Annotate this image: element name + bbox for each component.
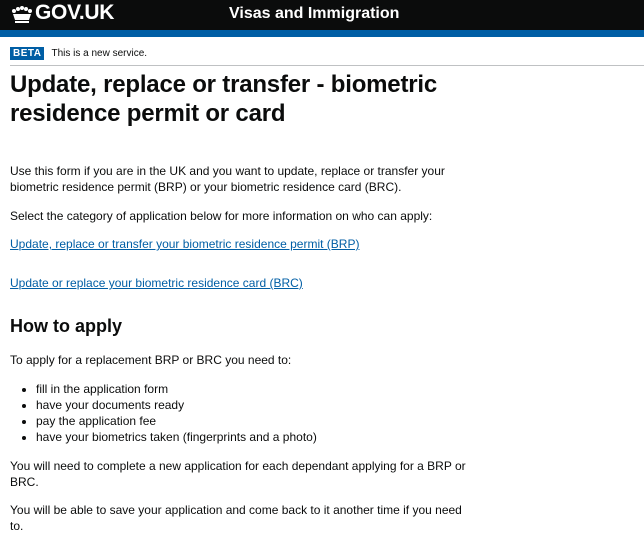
header-blue-bar <box>0 30 644 37</box>
site-header: GOV.UK Visas and Immigration <box>0 0 644 30</box>
brc-link[interactable]: Update or replace your biometric residen… <box>10 275 303 291</box>
how-to-apply-heading: How to apply <box>10 316 122 336</box>
govuk-logo[interactable]: GOV.UK <box>35 1 114 25</box>
dependants-paragraph: You will need to complete a new applicat… <box>10 459 466 489</box>
brp-link[interactable]: Update, replace or transfer your biometr… <box>10 236 359 252</box>
page-title: Update, replace or transfer - biometric … <box>10 71 437 127</box>
list-item: have your biometrics taken (fingerprints… <box>36 429 317 445</box>
save-note-paragraph: You will be able to save your applicatio… <box>10 503 462 533</box>
how-to-apply-lead: To apply for a replacement BRP or BRC yo… <box>10 353 292 367</box>
phase-text: This is a new service. <box>51 47 148 59</box>
crown-icon <box>12 6 32 23</box>
divider <box>10 65 644 66</box>
list-item: pay the application fee <box>36 413 317 429</box>
phase-tag: BETA <box>10 46 45 60</box>
list-item: fill in the application form <box>36 381 317 397</box>
intro-paragraph: Use this form if you are in the UK and y… <box>10 164 445 194</box>
list-item: have your documents ready <box>36 397 317 413</box>
steps-list: fill in the application form have your d… <box>36 381 317 445</box>
select-category-text: Select the category of application below… <box>10 209 433 223</box>
service-name[interactable]: Visas and Immigration <box>229 5 399 23</box>
phase-banner: BETA This is a new service. <box>10 42 147 64</box>
